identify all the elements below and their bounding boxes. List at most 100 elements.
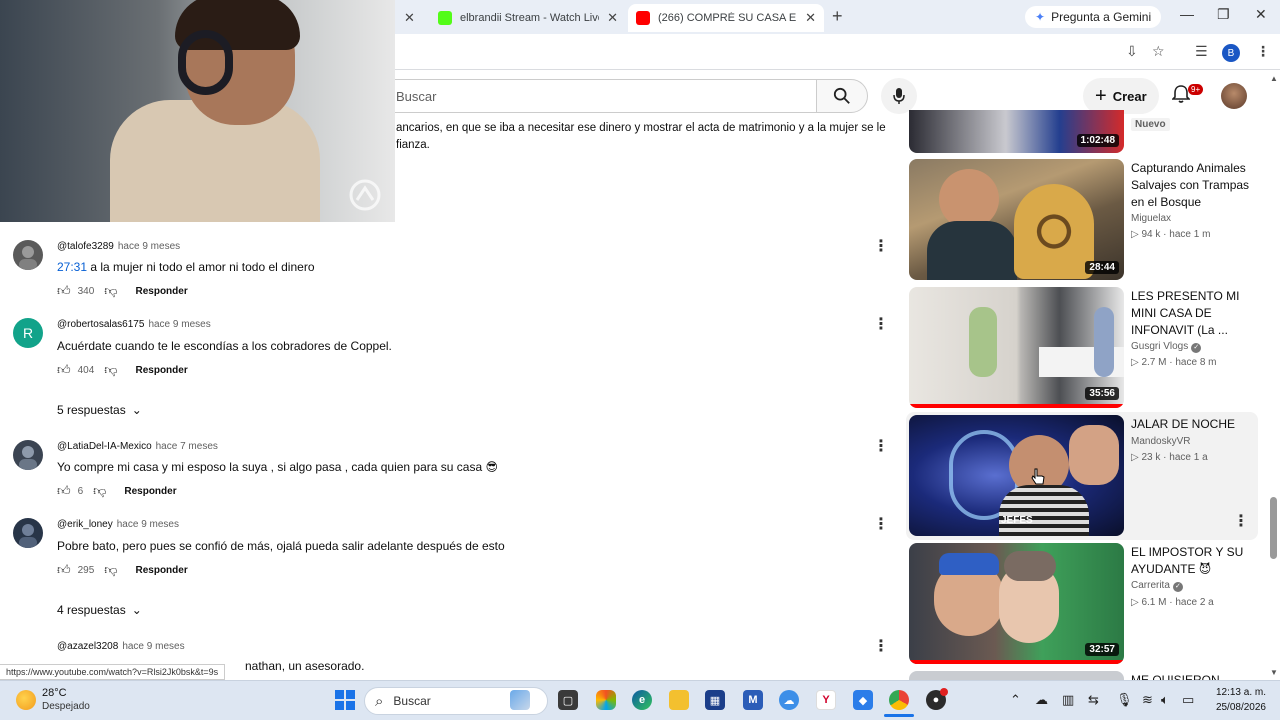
weather-desc[interactable]: Despejado [42, 701, 90, 712]
author-handle[interactable]: @talofe3289 [57, 241, 114, 252]
video-title[interactable]: JALAR DE NOCHE [1131, 416, 1259, 433]
clock-time[interactable]: 12:13 a. m. [1214, 687, 1266, 698]
dislike-icon[interactable]: 👎︎ [104, 283, 117, 299]
video-thumbnail[interactable] [909, 671, 1124, 680]
comment-menu-icon[interactable]: ⋮ [873, 639, 889, 655]
scrollbar-thumb[interactable] [1270, 497, 1277, 559]
video-title[interactable]: LES PRESENTO MI MINI CASA DE INFONAVIT (… [1131, 288, 1259, 339]
comment-author[interactable]: @talofe3289 hace 9 meses [57, 241, 180, 252]
like-icon[interactable]: 👍︎ [57, 483, 71, 499]
gemini-button[interactable]: ✦ Pregunta a Gemini [1025, 6, 1162, 28]
comment-avatar[interactable] [13, 518, 43, 548]
comment-author[interactable]: @robertosalas6175 hace 9 meses [57, 319, 211, 330]
scroll-up-icon[interactable]: ▲ [1270, 74, 1278, 83]
scroll-down-icon[interactable]: ▼ [1270, 668, 1278, 677]
search-button[interactable] [816, 79, 868, 113]
comment-avatar[interactable]: R [13, 318, 43, 348]
search-input[interactable]: Buscar [385, 79, 817, 113]
comment-menu-icon[interactable]: ⋮ [873, 517, 889, 533]
tray-chevron-icon[interactable]: ⌃ [1010, 692, 1021, 708]
reply-button[interactable]: Responder [135, 286, 187, 297]
close-window-button[interactable]: ✕ [1255, 6, 1267, 23]
microphone-icon[interactable]: 🎙︎ [1116, 692, 1133, 708]
comment-menu-icon[interactable]: ⋮ [873, 317, 889, 333]
store-icon[interactable]: ▦ [705, 690, 725, 710]
new-tab-button[interactable]: + [832, 6, 843, 27]
task-view-icon[interactable]: ▢ [558, 690, 578, 710]
wifi-icon[interactable]: ≋ [1142, 692, 1153, 708]
dislike-icon[interactable]: 👎︎ [93, 483, 106, 499]
timestamp-link[interactable]: 27:31 [57, 260, 87, 274]
channel-name[interactable]: MandoskyVR [1131, 436, 1190, 447]
tab-youtube-video[interactable]: (266) COMPRÉ SU CASA EN UN ✕ [628, 4, 824, 32]
video-thumbnail[interactable]: 32:57 [909, 543, 1124, 664]
video-thumbnail[interactable]: 35:56 [909, 287, 1124, 408]
view-replies-button[interactable]: 5 respuestas ⌄ [57, 403, 142, 417]
tray-app-icon[interactable]: ☁ [1035, 692, 1048, 708]
minimize-button[interactable]: — [1180, 6, 1194, 22]
channel-label[interactable]: Gusgri Vlogs [1131, 341, 1188, 352]
tray-audio-meter-icon[interactable]: ▥ [1062, 692, 1074, 708]
media-control-icon[interactable]: ☰ [1195, 43, 1208, 60]
voice-search-button[interactable] [881, 78, 917, 114]
search-highlight-icon[interactable] [510, 690, 530, 710]
battery-icon[interactable]: ▭ [1182, 692, 1194, 708]
comment-time[interactable]: hace 7 meses [156, 441, 218, 452]
video-menu-icon[interactable]: ⋮ [1233, 511, 1249, 531]
menu-dots-icon[interactable]: ⋮ [1256, 43, 1270, 60]
video-title[interactable]: EL IMPOSTOR Y SU AYUDANTE 😈 [1131, 544, 1259, 578]
dislike-icon[interactable]: 👎︎ [104, 562, 117, 578]
comment-time[interactable]: hace 9 meses [122, 641, 184, 652]
page-scrollbar[interactable] [1268, 72, 1280, 680]
video-title[interactable]: Capturando Animales Salvajes con Trampas… [1131, 160, 1259, 211]
comment-author[interactable]: @erik_loney hace 9 meses [57, 519, 179, 530]
comment-avatar[interactable] [13, 240, 43, 270]
weather-moon-icon[interactable] [16, 690, 36, 710]
like-icon[interactable]: 👍︎ [57, 283, 71, 299]
close-icon[interactable]: ✕ [607, 10, 618, 26]
reply-button[interactable]: Responder [124, 486, 176, 497]
author-handle[interactable]: @LatiaDel-IA-Mexico [57, 441, 152, 452]
comment-menu-icon[interactable]: ⋮ [873, 239, 889, 255]
comment-time[interactable]: hace 9 meses [117, 519, 179, 530]
tab-kick-stream[interactable]: elbrandii Stream - Watch Live o ✕ [430, 4, 626, 32]
comment-author[interactable]: @azazel3208 hace 9 meses [57, 641, 185, 652]
video-thumbnail[interactable]: 28:44 [909, 159, 1124, 280]
dislike-icon[interactable]: 👎︎ [104, 362, 117, 378]
close-icon[interactable]: ✕ [404, 10, 415, 26]
clock-date[interactable]: 25/08/2026 [1212, 702, 1266, 713]
reply-button[interactable]: Responder [135, 365, 187, 376]
author-handle[interactable]: @azazel3208 [57, 641, 118, 652]
video-thumbnail[interactable]: 1:02:48 [909, 110, 1124, 153]
copilot-icon[interactable] [596, 690, 616, 710]
comment-author[interactable]: @LatiaDel-IA-Mexico hace 7 meses [57, 441, 218, 452]
app-cube-icon[interactable]: ◆ [853, 690, 873, 710]
comment-time[interactable]: hace 9 meses [148, 319, 210, 330]
comment-time[interactable]: hace 9 meses [118, 241, 180, 252]
bookmark-star-icon[interactable]: ☆ [1152, 43, 1165, 60]
video-thumbnail[interactable]: JEFES [909, 415, 1124, 536]
view-replies-button[interactable]: 4 respuestas ⌄ [57, 603, 142, 617]
comment-avatar[interactable] [13, 440, 43, 470]
yandex-icon[interactable]: Y [816, 690, 836, 710]
create-button[interactable]: + Crear [1083, 78, 1159, 114]
video-title[interactable]: ME QUISIERON [1131, 672, 1259, 680]
like-icon[interactable]: 👍︎ [57, 362, 71, 378]
channel-name[interactable]: Carrerita ✓ [1131, 580, 1183, 592]
maximize-button[interactable]: ❐ [1217, 6, 1230, 23]
account-avatar[interactable] [1221, 83, 1247, 109]
tray-network-manager-icon[interactable]: ⇆ [1088, 692, 1099, 708]
reply-button[interactable]: Responder [135, 565, 187, 576]
tab-close-partial[interactable]: ✕ [396, 4, 423, 32]
profile-avatar[interactable]: B [1222, 44, 1240, 62]
channel-label[interactable]: Carrerita [1131, 580, 1170, 591]
app-m-icon[interactable]: M [743, 690, 763, 710]
cloud-app-icon[interactable]: ☁ [779, 690, 799, 710]
author-handle[interactable]: @robertosalas6175 [57, 319, 144, 330]
windows-start-icon[interactable] [335, 690, 355, 710]
file-explorer-icon[interactable] [669, 690, 689, 710]
chrome-icon[interactable] [889, 690, 909, 710]
comment-menu-icon[interactable]: ⋮ [873, 439, 889, 455]
volume-icon[interactable]: 🔈︎ [1161, 692, 1169, 708]
install-app-icon[interactable]: ⇩ [1126, 43, 1138, 60]
